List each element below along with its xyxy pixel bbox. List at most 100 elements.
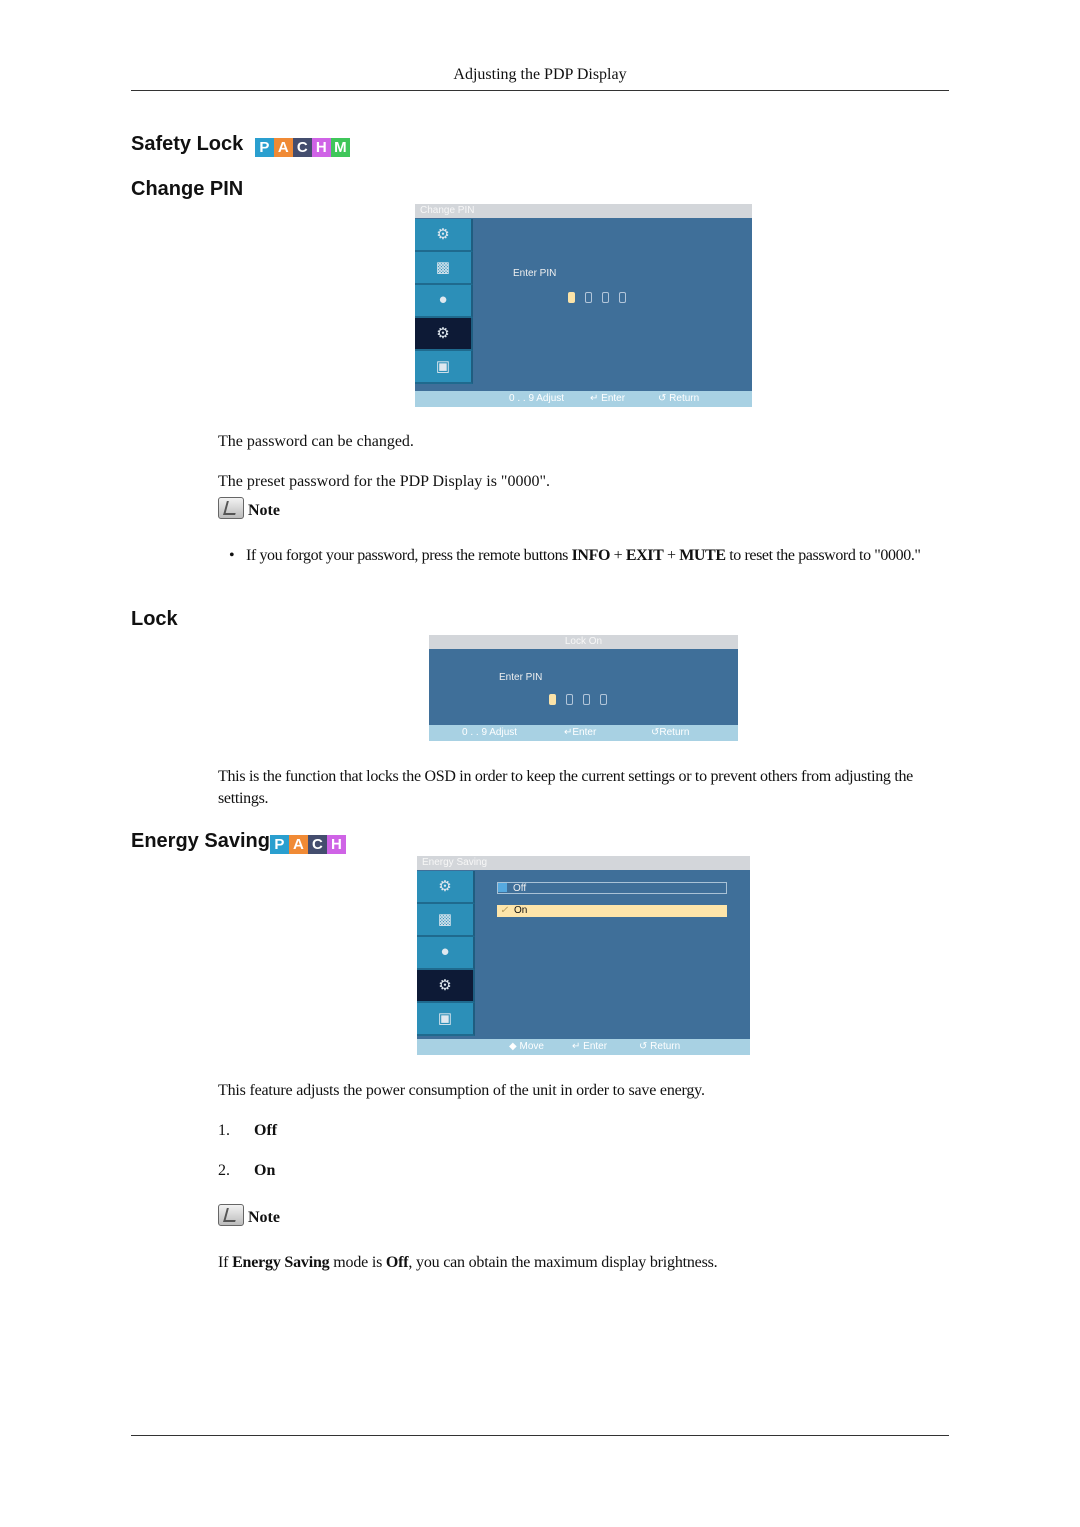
energy-saving-heading: Energy Saving P A C H [131,830,346,854]
setup-icon[interactable]: ● [417,937,475,970]
energy-saving-osd: Energy Saving ⚙ ▩ ● ⚙ ▣ Off ✓ On ◆ Move ↵… [417,856,750,1055]
pin-digit[interactable] [600,694,607,705]
enter-hint: ↵Enter [564,725,596,741]
bullet-icon: • [229,547,235,564]
footer-rule [131,1435,949,1436]
mode-badge-p: P [254,138,274,157]
list-item: 2. On [218,1160,275,1182]
note-label: Note [248,502,280,519]
pin-digit[interactable] [568,292,575,303]
enter-hint: ↵ Enter [590,391,625,407]
paragraph: The password can be changed. [218,433,414,450]
mode-badge-m: M [330,138,350,157]
option-label: Off [513,883,527,894]
mute-button-name: MUTE [679,547,726,564]
return-label: Return [669,393,700,404]
enter-label: Enter [583,1041,608,1052]
note-bullet-text: If you forgot your password, press the r… [246,547,921,564]
osd-footer: 0 . . 9 Adjust ↵Enter ↺Return [429,725,738,741]
enter-label: Enter [601,393,626,404]
pin-digit[interactable] [549,694,556,705]
note-heading: Note [218,497,280,520]
osd-sidebar: ⚙ ▩ ● ⚙ ▣ [415,219,473,384]
check-icon: ✓ [500,905,509,916]
enter-icon: ↵ [572,1041,581,1052]
return-hint: ↺ Return [658,391,699,407]
list-label: On [254,1162,276,1179]
info-button-name: INFO [571,547,611,564]
enter-pin-label: Enter PIN [499,672,543,683]
pin-input[interactable] [549,692,617,710]
enter-pin-label: Enter PIN [513,268,557,279]
safety-lock-heading: Safety Lock P A C H M [131,133,350,157]
note-label: Note [248,1209,280,1226]
change-pin-heading: Change PIN [131,178,244,200]
note-heading: Note [218,1204,280,1227]
pin-digit[interactable] [602,292,609,303]
sound-icon[interactable]: ▩ [417,904,475,937]
mode-badge-c: C [307,835,327,854]
setup-icon[interactable]: ● [415,285,473,318]
multi-control-icon[interactable]: ▣ [417,1003,475,1036]
move-hint: ◆ Move [509,1039,544,1055]
return-icon: ↺ [639,1041,648,1052]
return-hint: ↺Return [651,725,689,741]
multi-control-icon[interactable]: ▣ [415,351,473,384]
energy-saving-title: Energy Saving [131,830,270,852]
paragraph: This feature adjusts the power consumpti… [218,1082,705,1099]
enter-hint: ↵ Enter [572,1039,607,1055]
mode-badge-a: A [288,835,308,854]
mode-badge-h: H [311,138,331,157]
pin-input[interactable] [568,290,636,308]
paragraph: The preset password for the PDP Display … [218,473,550,490]
pin-digit[interactable] [583,694,590,705]
return-hint: ↺ Return [639,1039,680,1055]
osd-footer: 0 . . 9 Adjust ↵ Enter ↺ Return [415,391,752,407]
safety-lock-title: Safety Lock [131,133,244,155]
note-text: If Energy Saving mode is Off, you can ob… [218,1254,718,1271]
mode-badge-h: H [326,835,346,854]
osd-footer: ◆ Move ↵ Enter ↺ Return [417,1039,750,1055]
return-label: Return [659,727,690,738]
header-rule [131,90,949,91]
lock-osd: Lock On Enter PIN 0 . . 9 Adjust ↵Enter … [429,635,738,741]
lock-heading: Lock [131,608,178,630]
adjust-hint: 0 . . 9 Adjust [509,393,565,404]
option-on[interactable]: ✓ On [497,905,727,917]
up-down-icon: ◆ [509,1041,517,1052]
return-icon: ↺ [658,393,667,404]
change-pin-osd: Change PIN ⚙ ▩ ● ⚙ ▣ Enter PIN 0 . . 9 A… [415,204,752,407]
mode-badges: P A C H [269,835,346,854]
option-marker [498,883,507,892]
picture-icon[interactable]: ⚙ [415,219,473,252]
note-icon [218,497,244,519]
list-item: 1. Off [218,1120,277,1142]
move-label: Move [519,1041,544,1052]
option-label: On [514,905,528,916]
pin-digit[interactable] [585,292,592,303]
osd-title: Change PIN [415,204,752,218]
list-number: 1. [218,1122,230,1139]
sound-icon[interactable]: ▩ [415,252,473,285]
exit-button-name: EXIT [625,547,664,564]
mode-badge-a: A [273,138,293,157]
option-off[interactable]: Off [497,882,727,894]
settings-gear-icon[interactable]: ⚙ [417,970,475,1003]
adjust-hint: 0 . . 9 Adjust [462,727,518,738]
paragraph: This is the function that locks the OSD … [218,768,913,807]
osd-sidebar: ⚙ ▩ ● ⚙ ▣ [417,871,475,1036]
list-label: Off [254,1122,278,1139]
osd-title: Lock On [429,635,738,649]
list-number: 2. [218,1162,230,1179]
enter-label: Enter [572,727,597,738]
osd-title: Energy Saving [417,856,750,870]
picture-icon[interactable]: ⚙ [417,871,475,904]
return-label: Return [650,1041,681,1052]
mode-badge-c: C [292,138,312,157]
pin-digit[interactable] [566,694,573,705]
note-icon [218,1204,244,1226]
pin-digit[interactable] [619,292,626,303]
settings-gear-icon[interactable]: ⚙ [415,318,473,351]
running-header: Adjusting the PDP Display [453,66,627,83]
enter-icon: ↵ [590,393,599,404]
